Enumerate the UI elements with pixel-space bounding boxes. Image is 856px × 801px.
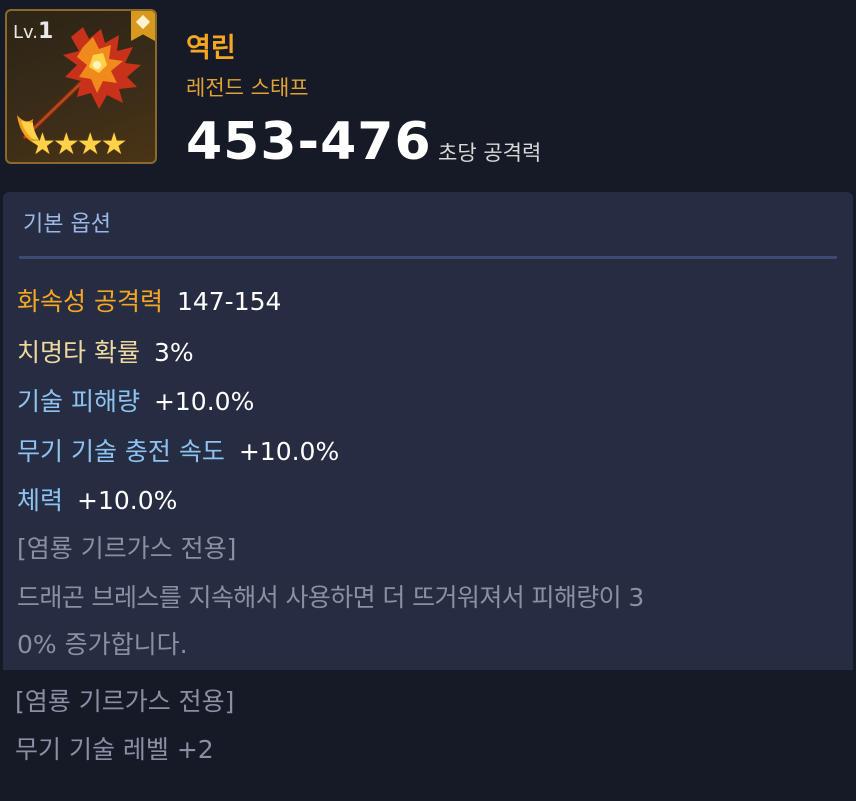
item-icon-frame[interactable]: Lv.1 ★★★★ (5, 9, 157, 164)
option-key: 무기 기술 충전 속도 (17, 437, 225, 466)
item-header: Lv.1 ★★★★ 역린 레전드 스태프 453-476 초당 공격력 (0, 0, 856, 190)
item-name: 역린 (186, 33, 236, 64)
damage-value: 453-476 (186, 112, 432, 172)
section-title: 기본 옵션 (23, 212, 111, 237)
option-value: 147-154 (176, 287, 282, 316)
option-key: 치명타 확률 (17, 338, 140, 367)
option-key: 기술 피해량 (17, 387, 140, 416)
extra-options: [염룡 기르가스 전용] 무기 기술 레벨 +2 (0, 670, 856, 801)
option-key: 체력 (17, 486, 64, 515)
option-row: 체력 +10.0% (17, 481, 177, 517)
exclusive-tag: [염룡 기르가스 전용] (15, 687, 235, 716)
exclusive-description: 드래곤 브레스를 지속해서 사용하면 더 뜨거워져서 피해량이 3 (17, 583, 644, 612)
option-key: 화속성 공격력 (17, 287, 163, 316)
exclusive-tag: [염룡 기르가스 전용] (17, 534, 237, 563)
option-value: +10.0% (238, 437, 340, 466)
basic-options-panel: 기본 옵션 화속성 공격력 147-154 치명타 확률 3% 기술 피해량 +10.… (3, 192, 853, 670)
exclusive-description: 0% 증가합니다. (17, 630, 188, 659)
option-value: +10.0% (153, 387, 255, 416)
star-rating: ★★★★ (29, 127, 128, 162)
item-grade: 레전드 스태프 (186, 76, 309, 100)
divider (19, 256, 837, 259)
option-row: 치명타 확률 3% (17, 333, 194, 369)
damage-label: 초당 공격력 (438, 141, 542, 165)
option-value: +10.0% (77, 486, 178, 515)
option-row: 기술 피해량 +10.0% (17, 382, 254, 418)
option-row: 화속성 공격력 147-154 (17, 282, 281, 318)
bonus-line: 무기 기술 레벨 +2 (15, 735, 214, 764)
option-value: 3% (153, 338, 194, 367)
option-row: 무기 기술 충전 속도 +10.0% (17, 432, 339, 468)
